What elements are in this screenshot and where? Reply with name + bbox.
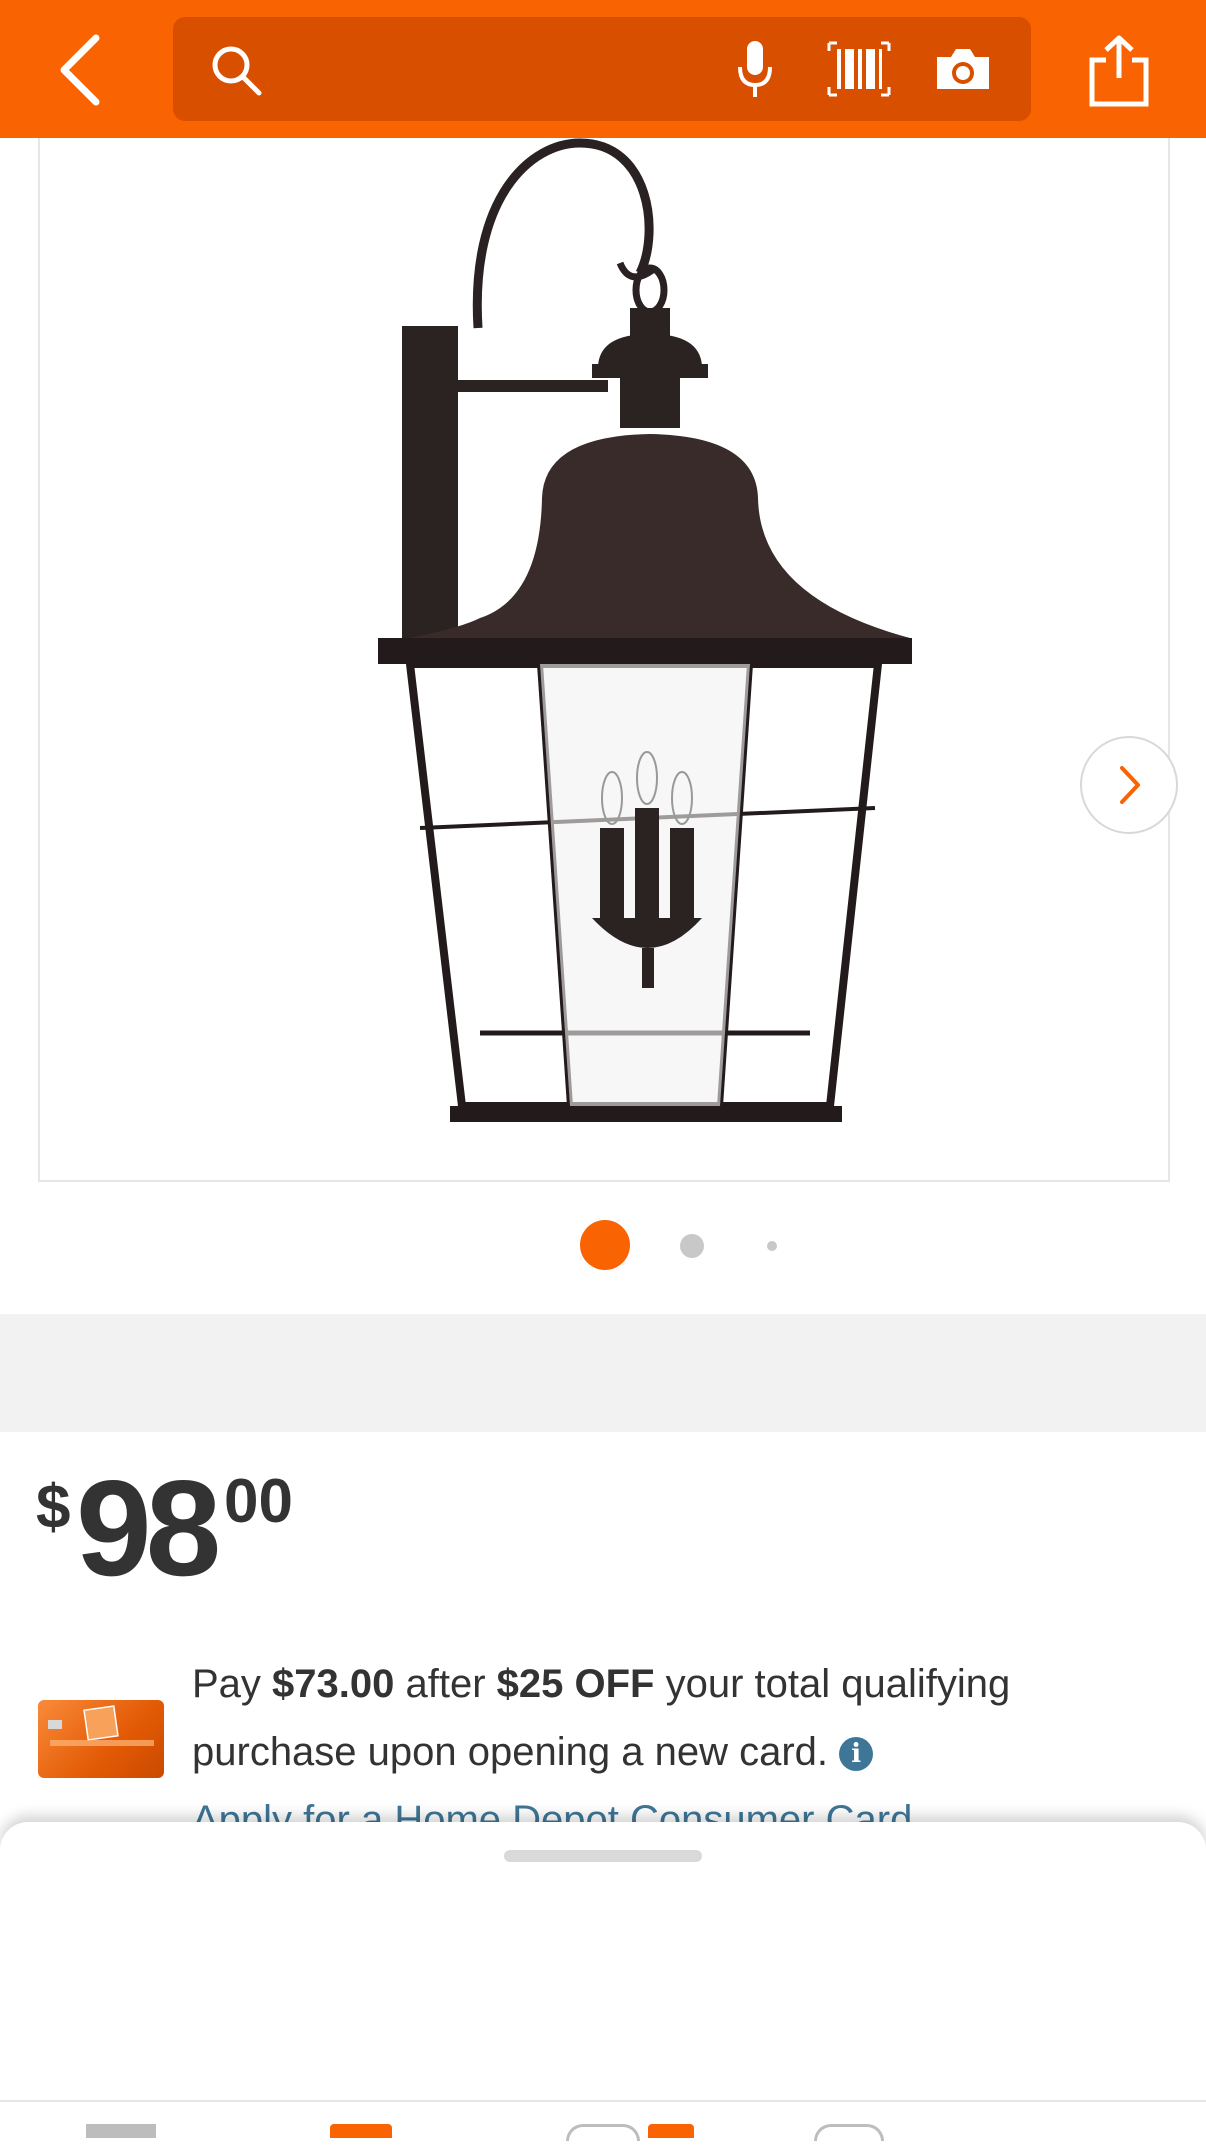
promo-pay-amount: $73.00: [272, 1662, 395, 1706]
top-app-bar: [0, 0, 1206, 138]
price-cents: 00: [224, 1467, 293, 1536]
section-divider: [0, 1314, 1206, 1432]
pagination-dot[interactable]: [767, 1241, 777, 1251]
price-dollars: 98: [76, 1452, 221, 1604]
product-image[interactable]: [330, 138, 930, 1138]
info-icon[interactable]: i: [839, 1737, 874, 1772]
nav-item-icon[interactable]: [330, 2124, 392, 2138]
nav-item-badge: [648, 2124, 694, 2138]
image-pagination: [0, 1220, 1206, 1270]
drag-handle[interactable]: [504, 1850, 702, 1862]
camera-icon[interactable]: [933, 45, 993, 93]
microphone-icon[interactable]: [735, 39, 775, 101]
next-image-button[interactable]: [1080, 736, 1178, 834]
nav-item-icon[interactable]: [86, 2124, 156, 2138]
bottom-sheet[interactable]: [0, 1822, 1206, 2152]
search-icon: [212, 46, 262, 96]
pagination-dot[interactable]: [680, 1234, 704, 1258]
chevron-right-icon: [1120, 766, 1140, 804]
price-currency: $: [36, 1473, 71, 1542]
barcode-icon[interactable]: [827, 41, 891, 97]
pagination-dot-active[interactable]: [580, 1220, 630, 1270]
credit-card-image: [38, 1700, 164, 1778]
bottom-navigation: [0, 2100, 1206, 2141]
share-button[interactable]: [1084, 34, 1154, 108]
home-depot-logo-icon: [48, 1705, 154, 1746]
promo-discount: $25 OFF: [496, 1662, 655, 1706]
promo-text: after: [394, 1662, 497, 1706]
product-image-gallery[interactable]: [38, 138, 1178, 1182]
share-icon: [1089, 35, 1149, 107]
search-input[interactable]: [173, 17, 1031, 121]
back-button[interactable]: [52, 30, 116, 110]
promo-text: Pay: [192, 1662, 273, 1706]
back-chevron-icon: [60, 34, 100, 106]
